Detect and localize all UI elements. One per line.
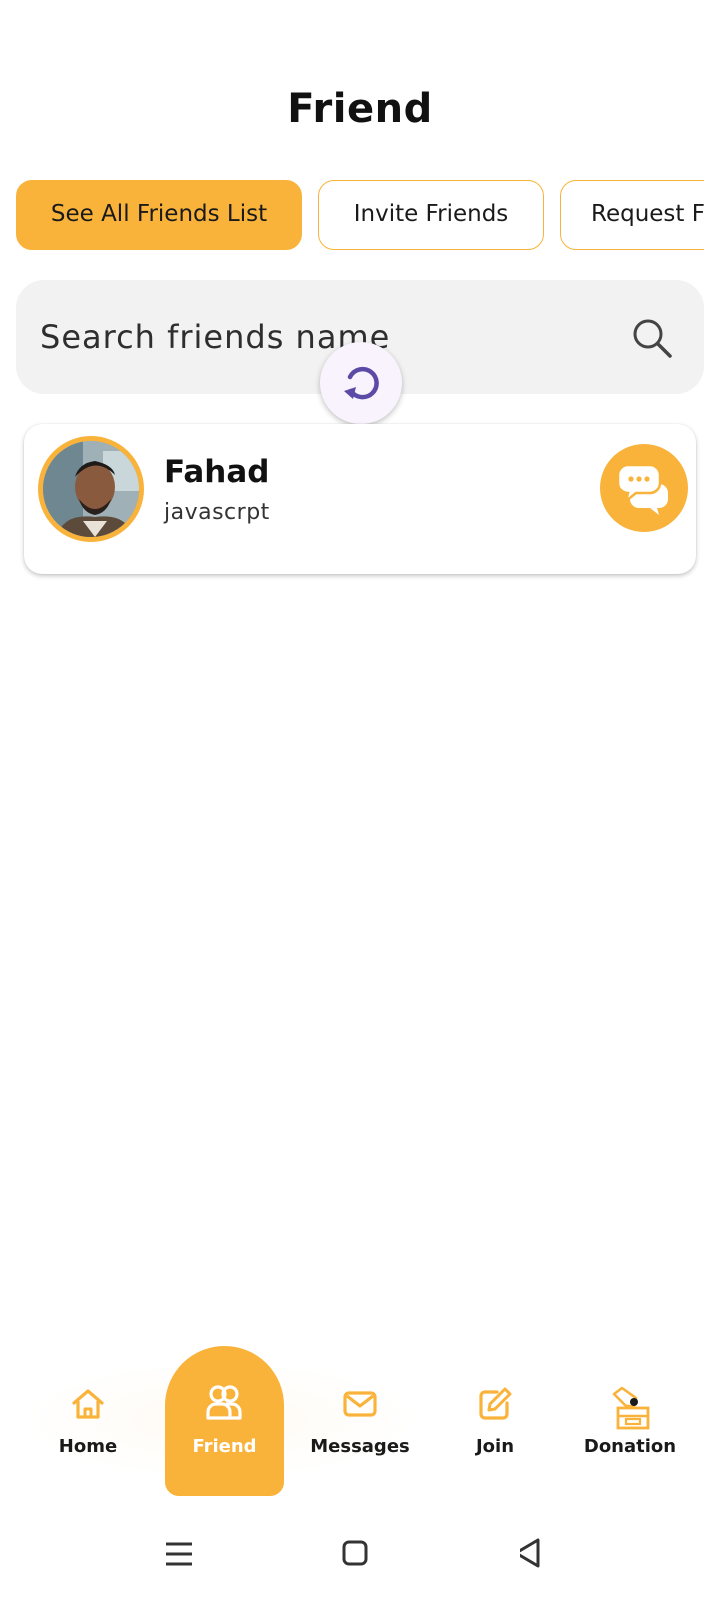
edit-icon bbox=[477, 1386, 513, 1422]
menu-icon[interactable] bbox=[160, 1534, 200, 1574]
tab-invite-friends[interactable]: Invite Friends bbox=[318, 180, 544, 250]
nav-item-home[interactable]: Home bbox=[28, 1340, 148, 1490]
envelope-icon bbox=[342, 1386, 378, 1422]
nav-label-home: Home bbox=[58, 1436, 118, 1457]
chat-button[interactable] bbox=[600, 444, 688, 532]
chat-bubbles-icon bbox=[617, 463, 668, 515]
nav-item-friend[interactable]: Friend bbox=[165, 1346, 284, 1496]
nav-item-messages[interactable]: Messages bbox=[300, 1340, 420, 1490]
page-title: Friend bbox=[287, 86, 433, 132]
refresh-icon bbox=[344, 366, 379, 400]
home-square-icon[interactable] bbox=[340, 1534, 380, 1574]
nav-item-donation[interactable]: Donation bbox=[570, 1340, 690, 1490]
search-icon[interactable] bbox=[630, 316, 674, 360]
friends-icon bbox=[205, 1384, 243, 1422]
friend-subtitle: javascrpt bbox=[164, 500, 270, 525]
nav-label-donation: Donation bbox=[583, 1436, 677, 1457]
system-navigation-bar bbox=[0, 1510, 720, 1600]
nav-label-friend: Friend bbox=[192, 1436, 257, 1457]
tab-see-all-friends[interactable]: See All Friends List bbox=[16, 180, 302, 250]
filter-tabs: See All Friends List Invite Friends Requ… bbox=[16, 180, 704, 250]
avatar[interactable] bbox=[38, 436, 144, 542]
bottom-navigation: Home Messages Join Donation bbox=[0, 1340, 720, 1490]
back-triangle-icon[interactable] bbox=[514, 1534, 560, 1574]
home-icon bbox=[70, 1386, 106, 1422]
nav-label-messages: Messages bbox=[310, 1436, 410, 1457]
friend-card[interactable]: Fahad javascrpt bbox=[24, 424, 696, 574]
tab-request-friends[interactable]: Request F bbox=[560, 180, 704, 250]
friend-name: Fahad bbox=[164, 454, 270, 490]
nav-label-join: Join bbox=[475, 1436, 515, 1457]
nav-item-join[interactable]: Join bbox=[435, 1340, 555, 1490]
donation-box-icon bbox=[612, 1386, 650, 1430]
pull-refresh-indicator bbox=[320, 342, 402, 424]
